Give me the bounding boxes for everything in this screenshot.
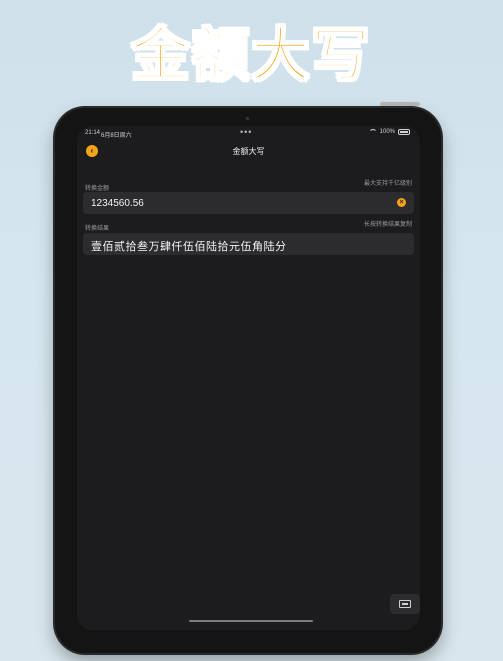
- battery-percent: 100%: [379, 129, 395, 135]
- front-camera: [246, 117, 249, 120]
- clear-input-button[interactable]: ×: [397, 198, 406, 207]
- nav-title: 金额大写: [232, 147, 265, 156]
- xmark-icon: ×: [399, 199, 404, 206]
- keyboard-toggle-button[interactable]: [390, 594, 420, 614]
- result-text[interactable]: 壹佰贰拾叁万肆仟伍佰陆拾元伍角陆分: [91, 238, 287, 254]
- input-label: 转换金额: [85, 186, 110, 192]
- status-indicators: 100%: [368, 129, 410, 135]
- multitasking-dots[interactable]: •••: [240, 127, 252, 137]
- status-time: 21:14: [85, 130, 101, 136]
- keyboard-icon: [399, 600, 411, 608]
- promo-title: 金额大写: [130, 20, 372, 90]
- navigation-bar: ‹ 金额大写: [77, 140, 420, 162]
- result-hint: 长按转换结果复制: [363, 222, 412, 228]
- result-label: 转换结果: [85, 226, 110, 232]
- amount-input-field[interactable]: 1234560.56 ×: [83, 192, 414, 214]
- app-screen: 21:14 6月8日周六 ••• 100% ‹ 金额大写 转换金额 最大支持千亿…: [77, 126, 420, 630]
- status-bar: 21:14 6月8日周六 ••• 100%: [77, 126, 420, 140]
- input-hint: 最大支持千亿级别: [363, 181, 412, 187]
- status-date: 6月8日周六: [101, 133, 132, 139]
- amount-input-value[interactable]: 1234560.56: [91, 198, 144, 209]
- battery-icon: [398, 129, 410, 135]
- result-field[interactable]: 壹佰贰拾叁万肆仟伍佰陆拾元伍角陆分: [83, 233, 414, 255]
- home-indicator[interactable]: [189, 620, 313, 622]
- wifi-icon: [368, 129, 377, 135]
- device-top-button: [380, 102, 420, 106]
